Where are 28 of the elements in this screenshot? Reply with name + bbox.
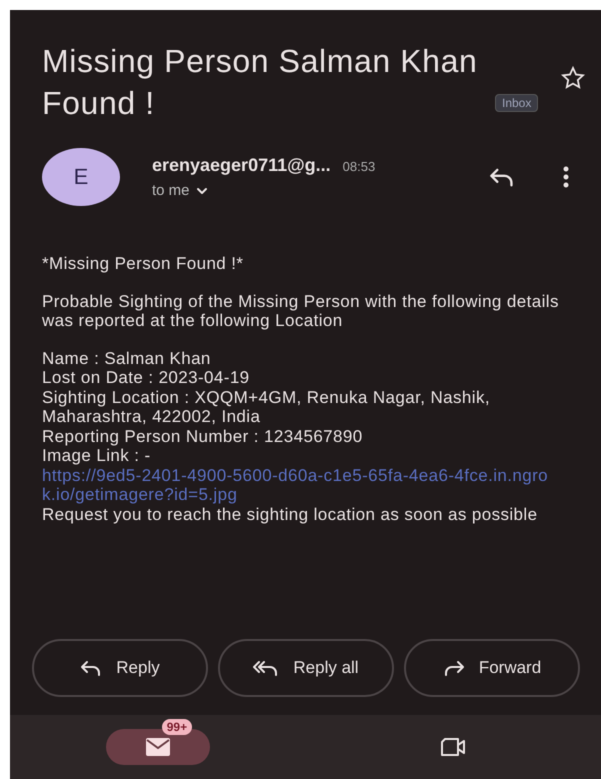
forward-icon [442,660,465,676]
detail-line: Lost on Date : 2023-04-19 [42,368,251,388]
email-subject: Missing Person Salman Khan Found ! [42,42,478,123]
inbox-label[interactable]: Inbox [495,94,538,112]
reply-icon [80,660,102,676]
detail-line: Reporting Person Number : 1234567890 [42,426,364,446]
link-label: Image Link : - [42,446,152,466]
sender-avatar: E [42,148,120,206]
reply-icon[interactable] [489,167,515,187]
recipient-toggle[interactable]: to me [152,182,489,199]
detail-line: Sighting Location : XQQM+4GM, Renuka Nagar, Nashik, Maharashtra, 422002, India [42,388,491,426]
email-time: 08:53 [342,159,376,174]
detail-line: Name : Salman Khan [42,348,212,368]
unread-badge: 99+ [162,719,192,735]
reply-all-icon [253,660,280,676]
reply-all-button[interactable]: Reply all [218,639,394,697]
forward-button[interactable]: Forward [404,639,580,697]
chevron-down-icon [196,186,208,194]
sender-address: erenyaeger0711@g... [152,155,331,175]
more-icon[interactable] [563,166,569,188]
mail-icon [144,737,171,757]
image-link[interactable]: https://9ed5-2401-4900-5600-d60a-c1e5-65fa-4ea6-4fce.in.ngrok.io/getimagere?id=5.jpg [42,466,562,504]
body-paragraph: Probable Sighting of the Missing Person with the following details was reported at the following Location [42,292,560,330]
reply-button[interactable]: Reply [32,639,208,697]
star-icon[interactable] [561,66,585,90]
video-icon [439,737,468,757]
body-heading: *Missing Person Found !* [42,254,244,274]
closing-line: Request you to reach the sighting location as soon as possible [42,504,538,524]
